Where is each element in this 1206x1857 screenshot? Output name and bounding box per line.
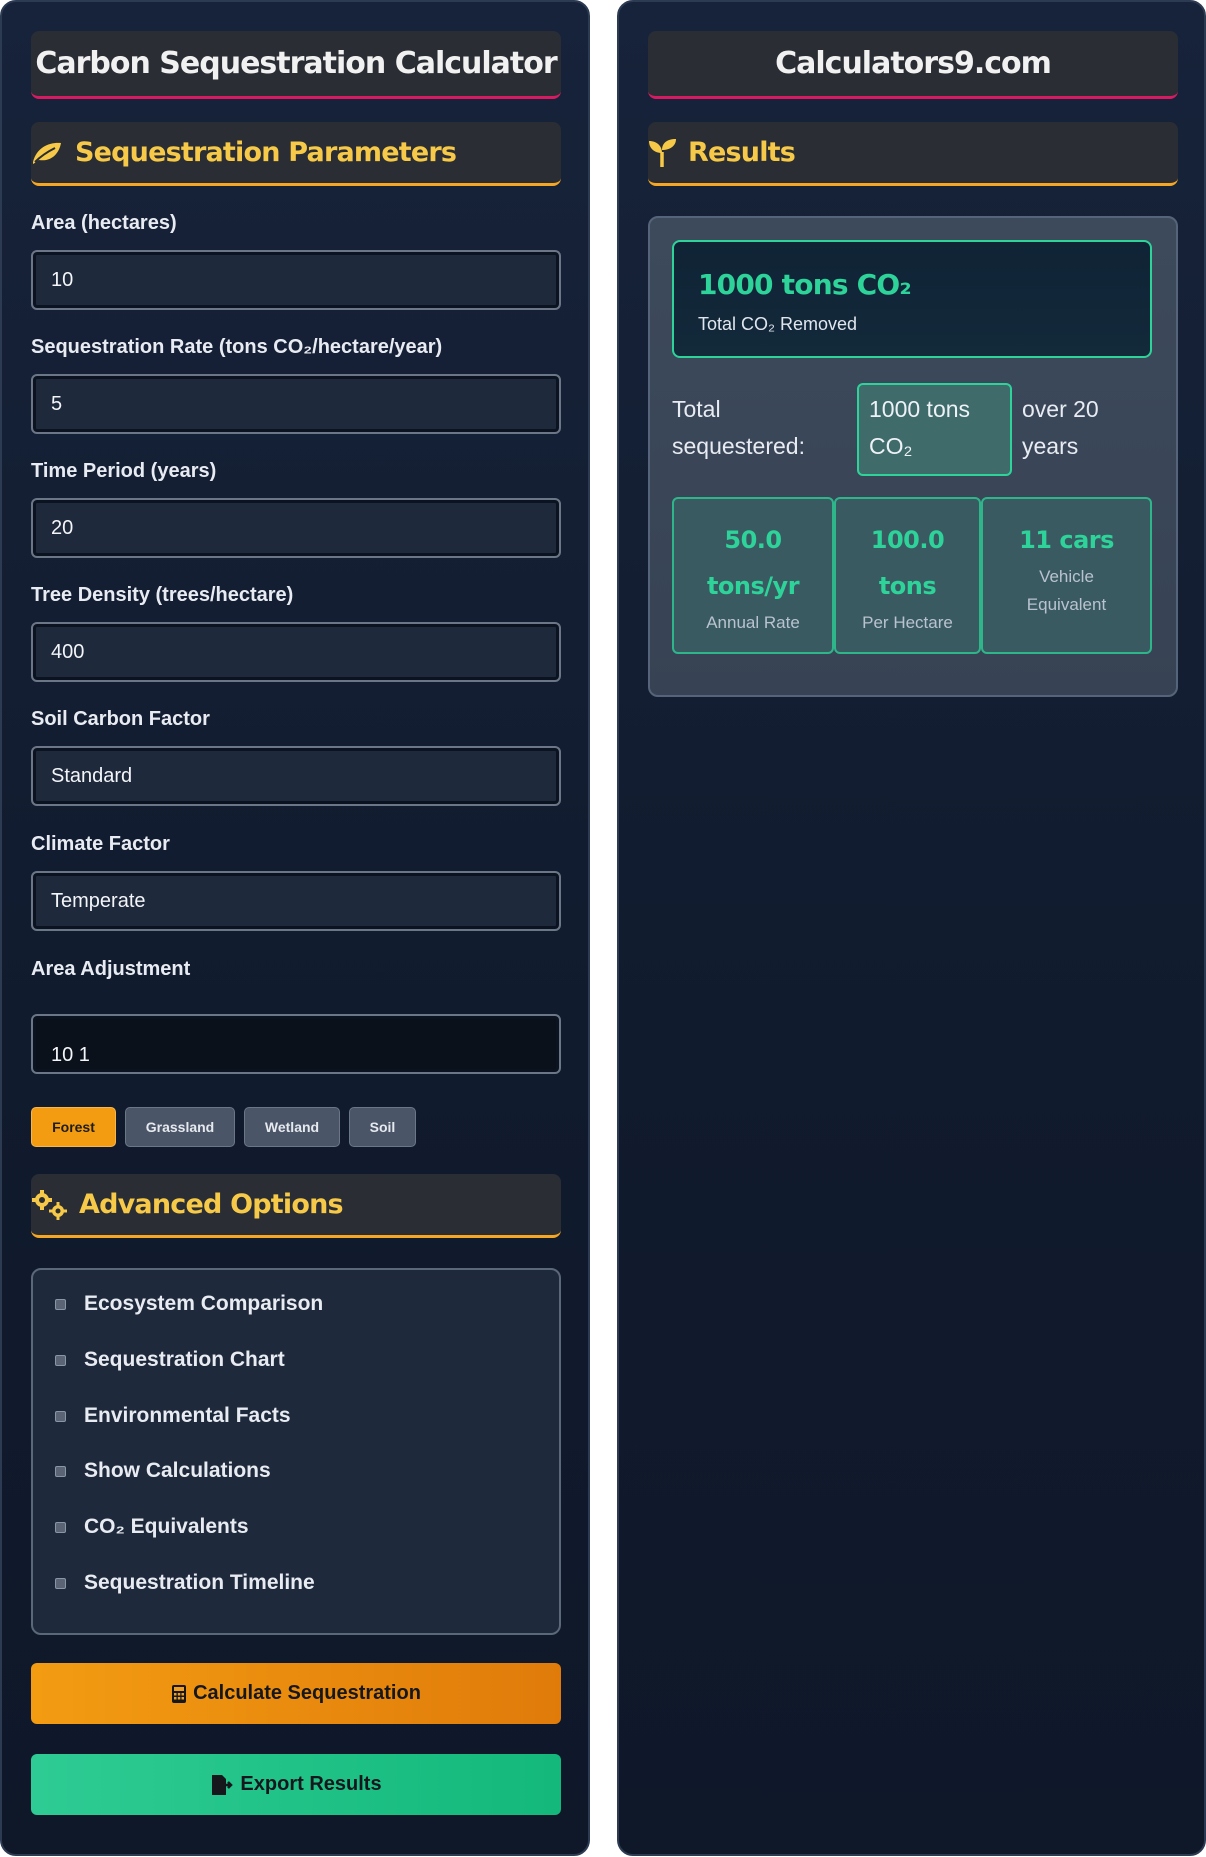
area-input[interactable]: 10 <box>31 250 561 310</box>
ecosystem-soil-button[interactable]: Soil <box>349 1107 416 1147</box>
total-co2-result: 1000 tons CO₂ Total CO₂ Removed <box>672 240 1152 358</box>
stat-value: 100.0 tons <box>870 526 945 600</box>
ecosystem-forest-button[interactable]: Forest <box>31 1107 116 1147</box>
results-card: 1000 tons CO₂ Total CO₂ Removed Total se… <box>648 216 1178 697</box>
checkbox[interactable] <box>55 1410 66 1422</box>
calculate-button[interactable]: Calculate Sequestration <box>31 1663 561 1724</box>
summary-highlight: 1000 tons CO₂ <box>857 383 1012 476</box>
option-label: CO₂ Equivalents <box>84 1515 249 1538</box>
option-sequestration-chart[interactable]: Sequestration Chart <box>55 1348 285 1372</box>
checkbox[interactable] <box>55 1354 66 1366</box>
leaf-icon <box>31 140 75 166</box>
option-environmental-facts[interactable]: Environmental Facts <box>55 1404 291 1428</box>
advanced-options-heading: Advanced Options <box>31 1174 561 1238</box>
parameters-heading-text: Sequestration Parameters <box>75 137 457 168</box>
checkbox[interactable] <box>55 1577 66 1589</box>
option-sequestration-timeline[interactable]: Sequestration Timeline <box>55 1571 315 1595</box>
advanced-options-heading-text: Advanced Options <box>79 1189 344 1220</box>
stat-per-hectare: 100.0 tons Per Hectare <box>834 497 981 654</box>
time-period-input[interactable]: 20 <box>31 498 561 558</box>
area-adjustment-label: Area Adjustment <box>31 958 191 980</box>
total-co2-value: 1000 tons CO₂ <box>698 268 912 301</box>
results-panel: Calculators9.com Results 1000 tons CO₂ T… <box>617 0 1206 1856</box>
advanced-options-list: Ecosystem Comparison Sequestration Chart… <box>31 1268 561 1635</box>
checkbox[interactable] <box>55 1521 66 1533</box>
time-period-label: Time Period (years) <box>31 460 217 482</box>
area-adjustment-slider[interactable]: 10 1 <box>31 1014 561 1074</box>
option-co2-equivalents[interactable]: CO₂ Equivalents <box>55 1515 249 1539</box>
stat-label: Annual Rate <box>706 613 800 632</box>
tree-density-input[interactable]: 400 <box>31 622 561 682</box>
option-label: Show Calculations <box>84 1459 271 1482</box>
stat-annual-rate: 50.0 tons/yr Annual Rate <box>672 497 834 654</box>
climate-select[interactable]: Temperate <box>31 871 561 931</box>
parameters-heading: Sequestration Parameters <box>31 122 561 186</box>
stat-vehicle-equivalent: 11 cars Vehicle Equivalent <box>981 497 1152 654</box>
option-label: Sequestration Timeline <box>84 1571 315 1594</box>
seedling-icon <box>648 138 688 168</box>
calculator-icon <box>171 1684 187 1704</box>
file-export-icon <box>210 1774 234 1796</box>
summary-prefix: Total sequestered: <box>672 396 805 459</box>
option-label: Environmental Facts <box>84 1404 291 1427</box>
gears-icon <box>31 1189 79 1221</box>
option-label: Sequestration Chart <box>84 1348 285 1371</box>
area-label: Area (hectares) <box>31 212 177 234</box>
stat-label: Vehicle Equivalent <box>1026 567 1107 614</box>
results-heading: Results <box>648 122 1178 186</box>
checkbox[interactable] <box>55 1465 66 1477</box>
option-ecosystem-comparison[interactable]: Ecosystem Comparison <box>55 1292 323 1316</box>
results-heading-text: Results <box>688 137 796 168</box>
soil-carbon-label: Soil Carbon Factor <box>31 708 210 730</box>
rate-input[interactable]: 5 <box>31 374 561 434</box>
checkbox[interactable] <box>55 1298 66 1310</box>
tree-density-label: Tree Density (trees/hectare) <box>31 584 294 606</box>
summary-suffix: over 20 years <box>1022 396 1099 459</box>
climate-label: Climate Factor <box>31 833 170 855</box>
stat-value: 11 cars <box>1019 526 1114 554</box>
total-co2-label: Total CO₂ Removed <box>698 314 858 334</box>
stat-label: Per Hectare <box>862 613 953 632</box>
stat-value: 50.0 tons/yr <box>706 526 800 600</box>
export-button[interactable]: Export Results <box>31 1754 561 1815</box>
calculator-panel: Carbon Sequestration Calculator Sequestr… <box>0 0 590 1856</box>
site-title: Calculators9.com <box>648 31 1178 99</box>
rate-label: Sequestration Rate (tons CO₂/hectare/yea… <box>31 336 443 358</box>
option-show-calculations[interactable]: Show Calculations <box>55 1459 271 1483</box>
ecosystem-wetland-button[interactable]: Wetland <box>244 1107 340 1147</box>
soil-carbon-select[interactable]: Standard <box>31 746 561 806</box>
ecosystem-grassland-button[interactable]: Grassland <box>125 1107 235 1147</box>
calculator-title: Carbon Sequestration Calculator <box>31 31 561 99</box>
option-label: Ecosystem Comparison <box>84 1292 324 1315</box>
calculate-button-label: Calculate Sequestration <box>193 1682 421 1704</box>
export-button-label: Export Results <box>240 1773 382 1795</box>
